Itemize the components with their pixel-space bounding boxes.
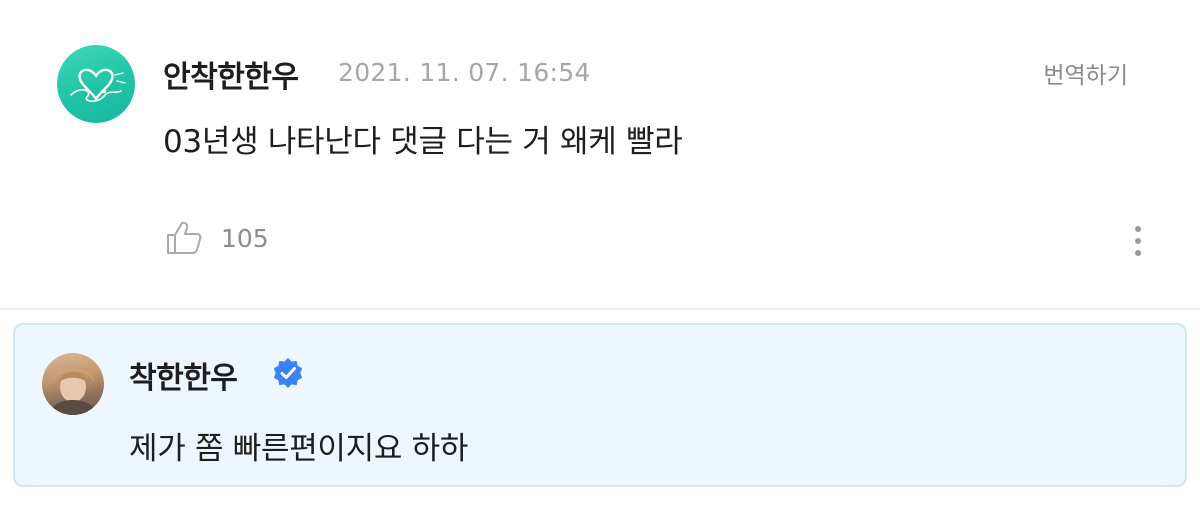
- artist-reply-card: 착한한우 제가 쫌 빠른편이지요 하하: [13, 323, 1187, 487]
- reply-text: 제가 쫌 빠른편이지요 하하: [129, 431, 469, 467]
- divider: [0, 308, 1200, 310]
- comment-text: 03년생 나타난다 댓글 다는 거 왜케 빨라: [163, 124, 683, 160]
- comment-author[interactable]: 안착한한우: [163, 52, 299, 96]
- verified-badge-icon: [273, 358, 303, 388]
- like-button[interactable]: 105: [165, 220, 269, 256]
- comment-card: 안착한한우 2021. 11. 07. 16:54 번역하기 03년생 나타난다…: [0, 0, 1200, 308]
- like-count: 105: [221, 223, 269, 253]
- comment-timestamp: 2021. 11. 07. 16:54: [338, 58, 591, 87]
- translate-button[interactable]: 번역하기: [1043, 56, 1128, 90]
- profile-photo-icon: [48, 368, 98, 415]
- reply-author-name[interactable]: 착한한우: [129, 353, 238, 397]
- heart-signature-icon: [70, 68, 126, 103]
- commenter-avatar[interactable]: [57, 45, 135, 123]
- thumbs-up-icon: [167, 221, 202, 254]
- reply-author-avatar[interactable]: [42, 353, 104, 415]
- more-options-button[interactable]: [1127, 222, 1149, 260]
